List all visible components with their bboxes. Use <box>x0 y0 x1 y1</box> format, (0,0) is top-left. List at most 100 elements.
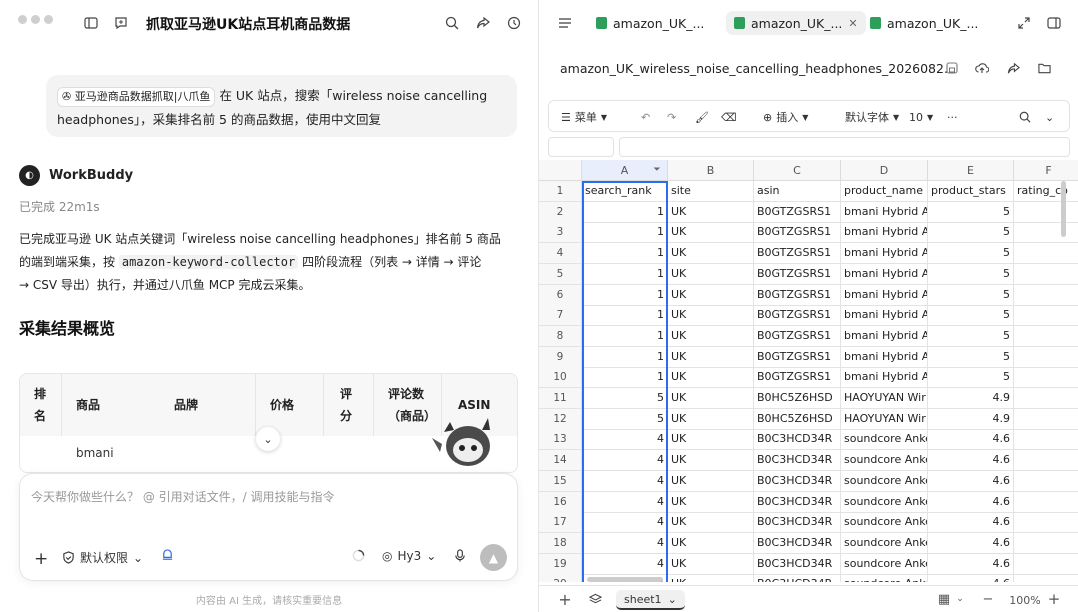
clear-format-icon[interactable]: ⌫ <box>721 101 737 133</box>
table-cell[interactable] <box>1014 388 1078 409</box>
column-header-b[interactable]: B <box>668 160 754 181</box>
skill-chip[interactable]: ✇ 亚马逊商品数据抓取|八爪鱼 <box>57 87 216 107</box>
table-cell[interactable]: UK <box>668 532 754 554</box>
table-cell[interactable]: 5 <box>582 408 668 430</box>
table-cell[interactable]: bmani Hybrid Ac <box>841 263 928 285</box>
table-cell[interactable]: bmani Hybrid Ac <box>841 243 928 265</box>
table-cell[interactable]: 4.6 <box>928 532 1014 554</box>
table-cell[interactable]: UK <box>668 243 754 265</box>
table-cell[interactable]: soundcore Anke <box>841 512 928 534</box>
font-family-select[interactable]: 默认字体 ▼ <box>845 101 899 133</box>
cell-reference-box[interactable] <box>548 137 614 157</box>
mcp-icon[interactable] <box>161 549 174 562</box>
search-icon[interactable] <box>1019 101 1031 133</box>
table-cell[interactable]: 5 <box>928 284 1014 306</box>
zoom-in-button[interactable]: + <box>1045 590 1063 608</box>
model-selector[interactable]: ◎ Hy3 ⌄ <box>382 549 436 563</box>
table-cell[interactable] <box>1014 574 1078 582</box>
table-cell[interactable]: 4 <box>582 491 668 513</box>
vertical-scrollbar[interactable] <box>1061 181 1066 237</box>
table-cell[interactable]: HAOYUYAN Wir <box>841 408 928 430</box>
table-cell[interactable] <box>1014 492 1078 513</box>
table-cell[interactable]: soundcore Anke <box>841 429 928 451</box>
column-header-e[interactable]: E <box>928 160 1014 181</box>
row-header[interactable]: 14 <box>539 450 582 472</box>
layers-icon[interactable] <box>586 590 604 608</box>
table-cell[interactable]: B0C3HCD34R <box>754 574 841 582</box>
permission-selector[interactable]: 默认权限 ⌄ <box>62 549 143 566</box>
row-header[interactable]: 18 <box>539 532 582 554</box>
table-cell[interactable]: B0GTZGSRS1 <box>754 222 841 244</box>
table-cell[interactable]: soundcore Anke <box>841 450 928 472</box>
table-cell[interactable] <box>1014 326 1078 347</box>
table-cell[interactable] <box>1014 264 1078 285</box>
table-cell[interactable]: 4.6 <box>928 512 1014 534</box>
file-tab-1[interactable]: amazon_UK_... <box>588 11 712 35</box>
table-cell[interactable] <box>1014 285 1078 306</box>
row-header[interactable]: 12 <box>539 408 582 430</box>
format-painter-icon[interactable]: 🖌 <box>695 101 709 133</box>
header-cell[interactable]: product_name <box>841 181 928 202</box>
sidebar-toggle-icon[interactable] <box>82 14 100 32</box>
table-cell[interactable]: B0HC5Z6HSD <box>754 408 841 430</box>
add-attachment-button[interactable]: + <box>34 549 48 569</box>
table-cell[interactable]: bmani Hybrid Ac <box>841 325 928 347</box>
chat-input[interactable]: 今天帮你做些什么？ @ 引用对话文件，/ 调用技能与指令 + 默认权限 ⌄ ◎ Hy… <box>19 473 518 581</box>
table-cell[interactable]: 5 <box>928 325 1014 347</box>
table-cell[interactable]: 4.6 <box>928 574 1014 582</box>
table-cell[interactable]: soundcore Anke <box>841 553 928 575</box>
table-cell[interactable]: 1 <box>582 284 668 306</box>
file-tab-2[interactable]: amazon_UK_... ✕ <box>726 11 866 35</box>
table-cell[interactable]: 5 <box>928 222 1014 244</box>
row-header[interactable]: 7 <box>539 305 582 327</box>
table-cell[interactable]: UK <box>668 512 754 534</box>
table-cell[interactable]: UK <box>668 222 754 244</box>
table-cell[interactable]: UK <box>668 305 754 327</box>
table-cell[interactable]: B0GTZGSRS1 <box>754 305 841 327</box>
table-cell[interactable]: 4 <box>582 450 668 472</box>
table-cell[interactable]: B0GTZGSRS1 <box>754 367 841 389</box>
share-icon[interactable] <box>1004 59 1022 77</box>
search-icon[interactable] <box>443 14 461 32</box>
table-cell[interactable] <box>1014 243 1078 265</box>
row-header[interactable]: 16 <box>539 491 582 513</box>
table-cell[interactable] <box>1014 450 1078 472</box>
header-cell[interactable]: rating_co <box>1014 181 1078 202</box>
table-cell[interactable]: 4.9 <box>928 408 1014 430</box>
table-cell[interactable]: 4.6 <box>928 553 1014 575</box>
table-cell[interactable]: B0C3HCD34R <box>754 429 841 451</box>
add-sheet-button[interactable]: + <box>556 590 574 609</box>
table-cell[interactable]: bmani Hybrid Ac <box>841 201 928 223</box>
sheet-tab[interactable]: sheet1 ⌄ <box>616 590 685 610</box>
table-cell[interactable]: 4 <box>582 532 668 554</box>
table-cell[interactable]: bmani Hybrid Ac <box>841 222 928 244</box>
table-cell[interactable]: bmani Hybrid Ac <box>841 367 928 389</box>
table-cell[interactable]: B0C3HCD34R <box>754 512 841 534</box>
table-cell[interactable]: 5 <box>928 263 1014 285</box>
table-cell[interactable]: 1 <box>582 222 668 244</box>
table-cell[interactable] <box>1014 533 1078 554</box>
table-cell[interactable]: 5 <box>928 201 1014 223</box>
table-cell[interactable]: UK <box>668 284 754 306</box>
expand-icon[interactable] <box>1015 14 1033 32</box>
history-icon[interactable] <box>505 14 523 32</box>
table-cell[interactable]: UK <box>668 367 754 389</box>
table-cell[interactable]: 4 <box>582 512 668 534</box>
table-cell[interactable]: soundcore Anke <box>841 491 928 513</box>
table-cell[interactable]: soundcore Anke <box>841 574 928 582</box>
table-cell[interactable]: UK <box>668 491 754 513</box>
row-header[interactable]: 6 <box>539 284 582 306</box>
table-cell[interactable] <box>1014 202 1078 223</box>
header-cell[interactable]: product_stars <box>928 181 1014 202</box>
header-cell[interactable]: search_rank <box>582 181 668 202</box>
table-cell[interactable]: 4.6 <box>928 450 1014 472</box>
file-tab-3[interactable]: amazon_UK_... <box>862 11 986 35</box>
table-cell[interactable]: bmani Hybrid Ac <box>841 305 928 327</box>
table-cell[interactable] <box>1014 367 1078 389</box>
table-cell[interactable]: 1 <box>582 367 668 389</box>
table-cell[interactable]: HAOYUYAN Wir <box>841 388 928 409</box>
table-cell[interactable]: 4.9 <box>928 388 1014 409</box>
row-header[interactable]: 19 <box>539 553 582 575</box>
row-header[interactable]: 5 <box>539 263 582 285</box>
table-cell[interactable] <box>1014 305 1078 327</box>
